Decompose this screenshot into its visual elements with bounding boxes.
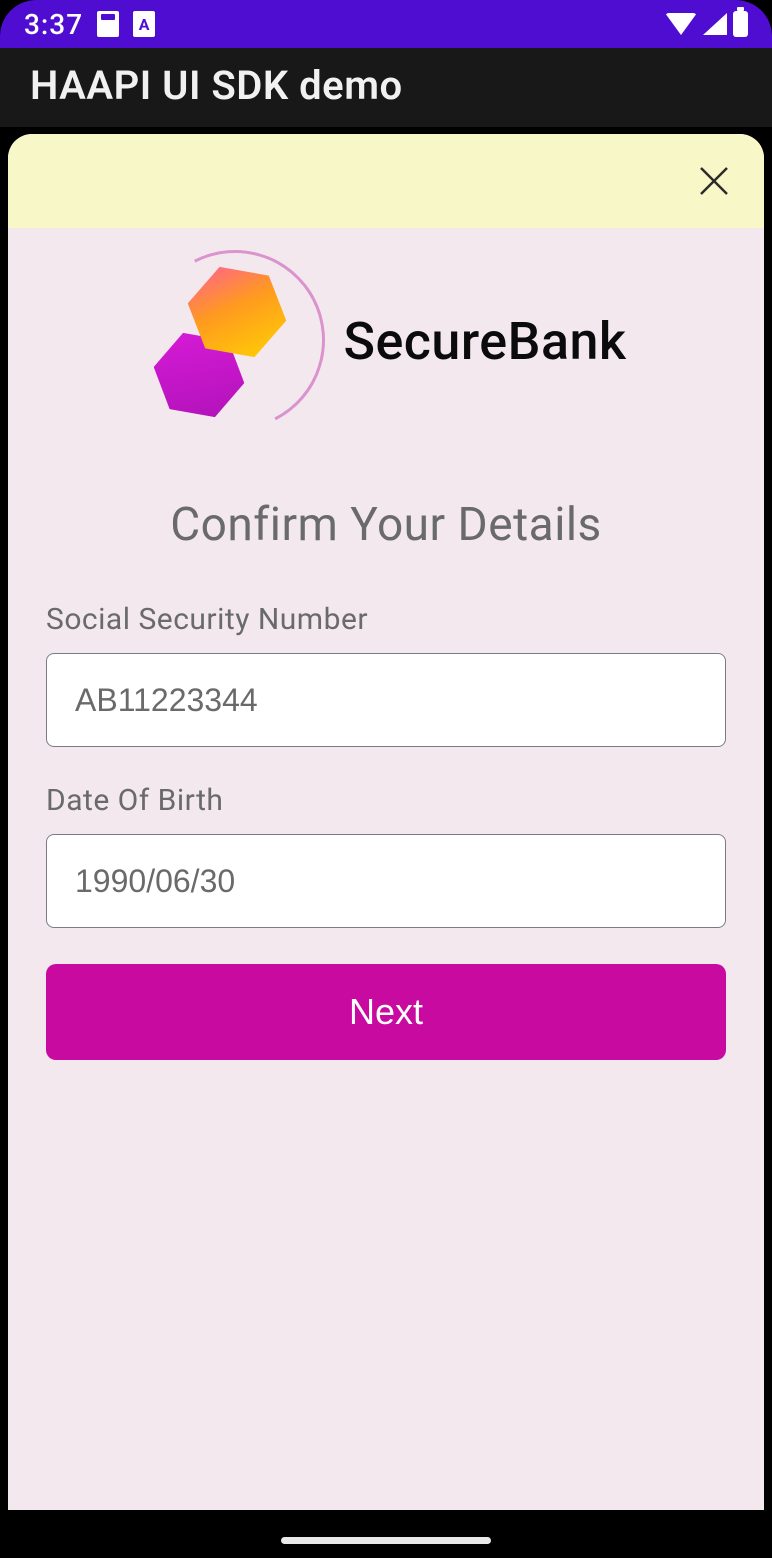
status-time: 3:37 bbox=[24, 8, 83, 41]
modal-sheet: SecureBank Confirm Your Details Social S… bbox=[8, 134, 764, 1510]
wifi-icon bbox=[665, 13, 697, 35]
brand-logo: SecureBank bbox=[46, 228, 726, 476]
brand-name: SecureBank bbox=[343, 311, 626, 372]
status-right bbox=[665, 11, 748, 37]
page-title: Confirm Your Details bbox=[46, 498, 726, 552]
ssn-label: Social Security Number bbox=[46, 602, 726, 637]
dob-input[interactable] bbox=[46, 834, 726, 928]
ssn-input[interactable] bbox=[46, 653, 726, 747]
gesture-nav-pill[interactable] bbox=[281, 1537, 491, 1544]
dob-label: Date Of Birth bbox=[46, 783, 726, 818]
status-left: 3:37 A bbox=[24, 8, 155, 41]
sd-card-icon bbox=[97, 11, 119, 37]
sheet-banner bbox=[8, 134, 764, 228]
cellular-icon bbox=[703, 13, 727, 35]
app-title: HAAPI UI SDK demo bbox=[30, 62, 403, 109]
ssn-field-group: Social Security Number bbox=[46, 602, 726, 783]
close-icon bbox=[696, 163, 732, 199]
app-bar: HAAPI UI SDK demo bbox=[0, 48, 772, 127]
status-bar: 3:37 A bbox=[0, 0, 772, 48]
dob-field-group: Date Of Birth bbox=[46, 783, 726, 964]
battery-icon bbox=[733, 11, 748, 37]
brand-logo-mark bbox=[145, 246, 323, 436]
close-button[interactable] bbox=[692, 159, 736, 203]
language-badge-icon: A bbox=[133, 11, 155, 37]
device-frame: 3:37 A HAAPI UI SDK demo bbox=[0, 0, 772, 1558]
sheet-body: SecureBank Confirm Your Details Social S… bbox=[8, 228, 764, 1060]
next-button[interactable]: Next bbox=[46, 964, 726, 1060]
